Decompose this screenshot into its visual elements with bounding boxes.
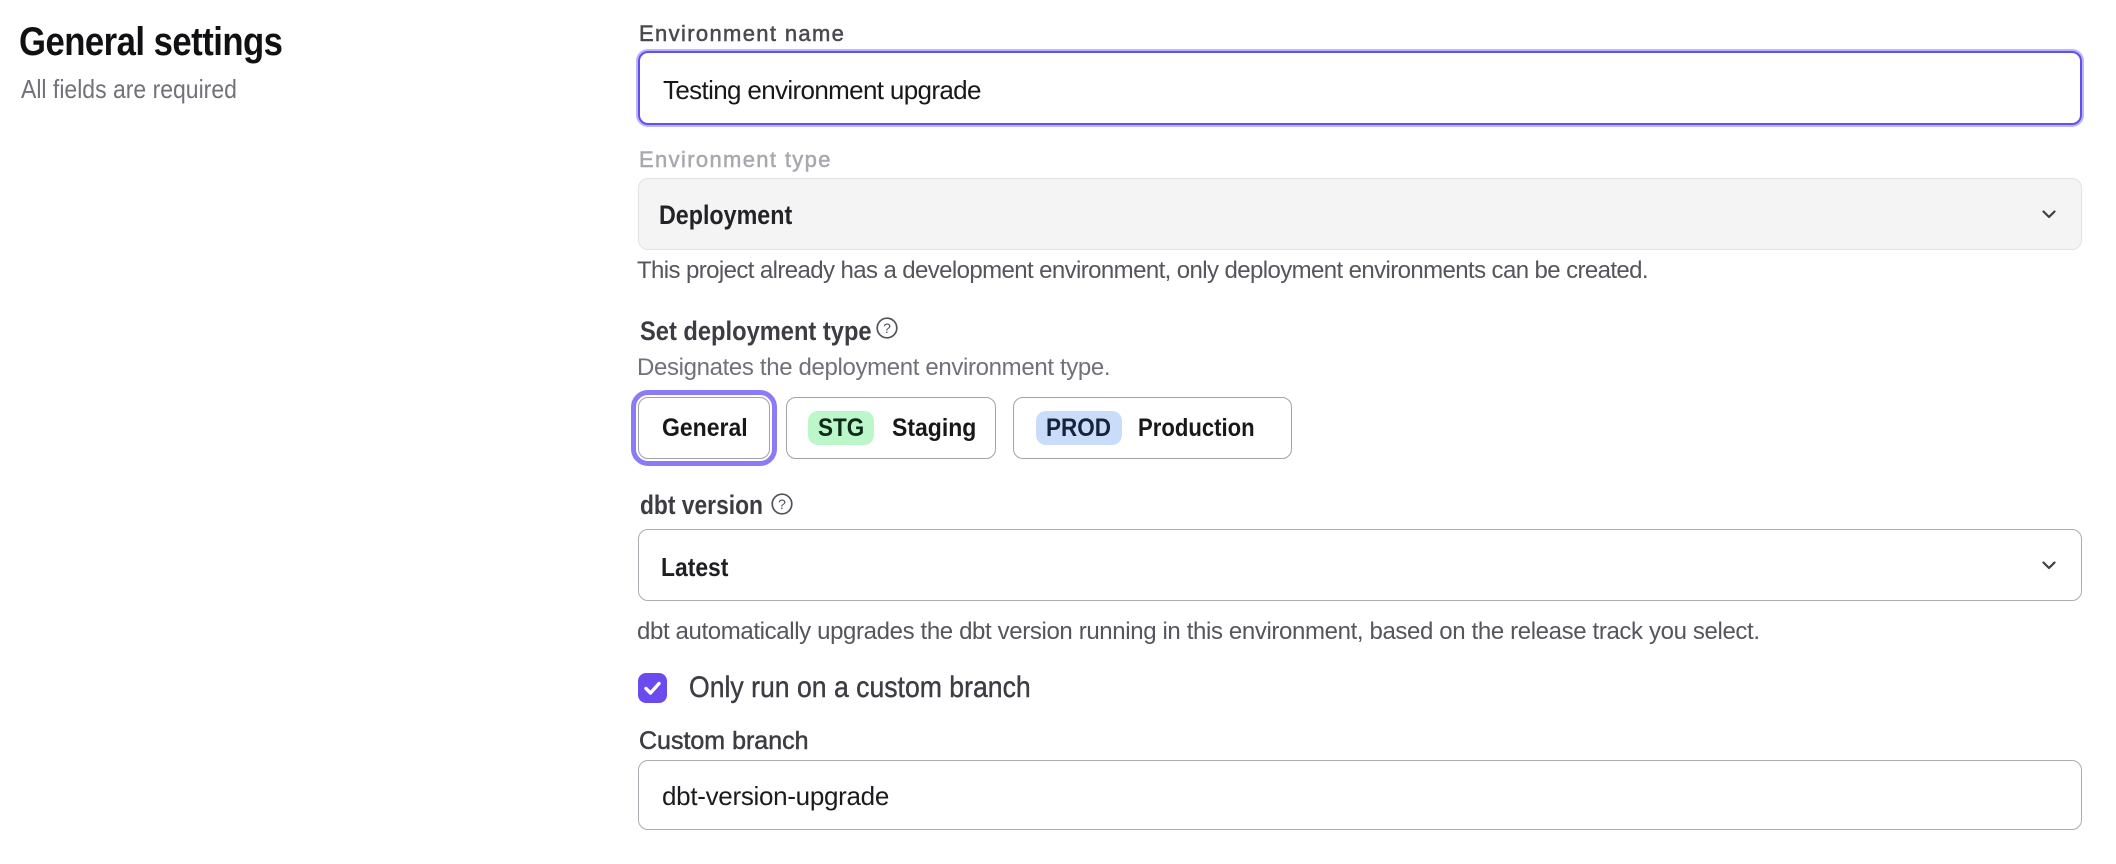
svg-text:?: ? bbox=[883, 320, 891, 336]
svg-text:?: ? bbox=[778, 496, 786, 512]
